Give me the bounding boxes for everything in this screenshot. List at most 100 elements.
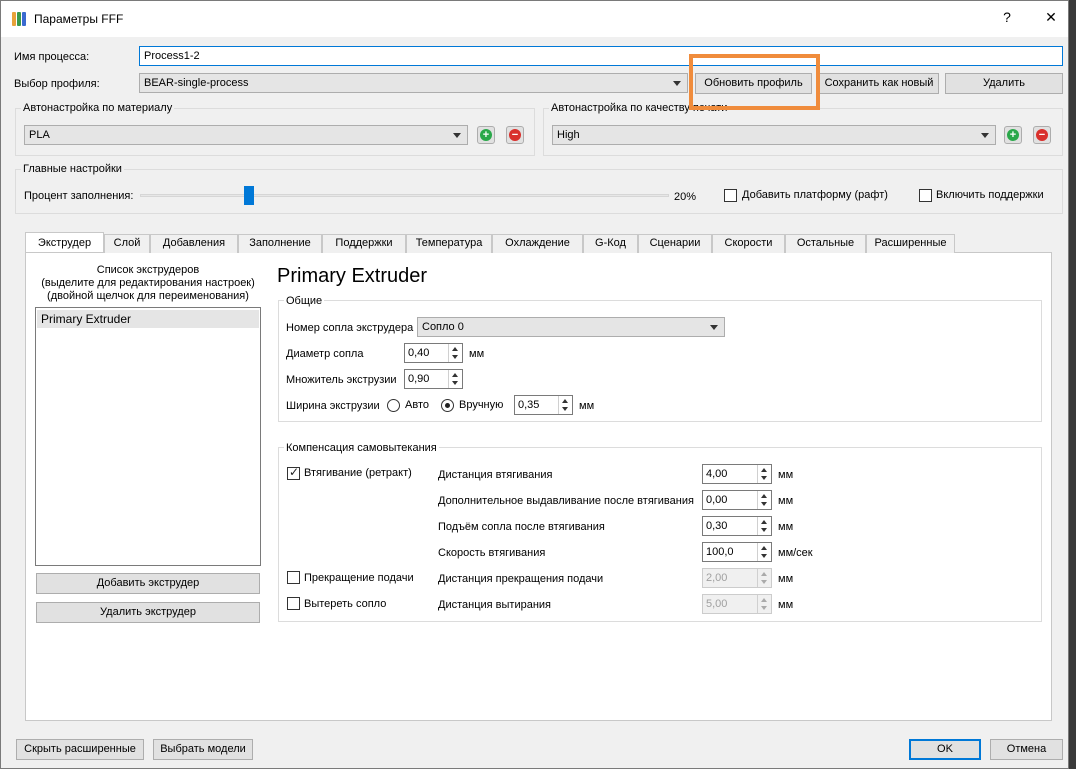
wipe-checkbox[interactable]: [287, 597, 300, 610]
spin-arrows-icon[interactable]: [757, 517, 771, 535]
infill-slider-track[interactable]: [140, 194, 669, 197]
retraction-speed-value: 100,0: [706, 546, 734, 558]
tab-scripts[interactable]: Сценарии: [638, 234, 712, 253]
tab-layer[interactable]: Слой: [104, 234, 150, 253]
profile-label: Выбор профиля:: [14, 78, 100, 90]
list-item[interactable]: Primary Extruder: [37, 310, 259, 328]
close-button[interactable]: ✕: [1041, 9, 1061, 26]
infill-slider-handle[interactable]: [243, 186, 254, 205]
tab-speeds[interactable]: Скорости: [712, 234, 785, 253]
fff-settings-window: Параметры FFF ? ✕ Имя процесса: Выбор пр…: [0, 0, 1069, 769]
profile-select[interactable]: BEAR-single-process: [139, 73, 688, 93]
nozzle-diameter-spinbox[interactable]: 0,40: [404, 343, 463, 363]
process-name-input[interactable]: [139, 46, 1063, 66]
help-button[interactable]: ?: [997, 9, 1017, 25]
tab-extruder[interactable]: Экструдер: [25, 232, 104, 252]
select-models-button[interactable]: Выбрать модели: [153, 739, 253, 760]
lift-spinbox[interactable]: 0,30: [702, 516, 772, 536]
remove-quality-button[interactable]: −: [1033, 126, 1051, 144]
chevron-down-icon: [673, 81, 681, 86]
tab-gcode[interactable]: G-Код: [583, 234, 638, 253]
extruder-list-heading-line3: (двойной щелчок для переименования): [47, 290, 249, 302]
remove-material-button[interactable]: −: [506, 126, 524, 144]
save-as-new-button[interactable]: Сохранить как новый: [819, 73, 939, 94]
extra-restart-value: 0,00: [706, 494, 728, 506]
extra-restart-unit: мм: [778, 495, 794, 507]
support-checkbox[interactable]: [919, 189, 932, 202]
manual-width-radio[interactable]: [441, 399, 454, 412]
add-quality-button[interactable]: +: [1004, 126, 1022, 144]
nozzle-diameter-label: Диаметр сопла: [286, 348, 364, 360]
extruder-list-heading-line2: (выделите для редактирования настроек): [41, 277, 255, 289]
spin-arrows-icon[interactable]: [448, 344, 462, 362]
chevron-down-icon: [981, 133, 989, 138]
profile-select-value: BEAR-single-process: [144, 77, 249, 89]
retraction-distance-unit: мм: [778, 469, 794, 481]
extrusion-multiplier-value: 0,90: [408, 373, 430, 385]
extruder-list[interactable]: Primary Extruder: [35, 307, 261, 566]
auto-width-radio[interactable]: [387, 399, 400, 412]
wipe-distance-spinbox[interactable]: 5,00: [702, 594, 772, 614]
infill-value: 20%: [674, 191, 697, 203]
ooze-title: Компенсация самовытекания: [284, 442, 439, 454]
coast-distance-spinbox[interactable]: 2,00: [702, 568, 772, 588]
nozzle-number-select[interactable]: Сопло 0: [417, 317, 725, 337]
retraction-speed-label: Скорость втягивания: [438, 547, 546, 559]
window-title: Параметры FFF: [34, 12, 124, 26]
nozzle-diameter-value: 0,40: [408, 347, 430, 359]
extrusion-width-value: 0,35: [518, 399, 540, 411]
lift-unit: мм: [778, 521, 794, 533]
extrusion-width-spinbox[interactable]: 0,35: [514, 395, 573, 415]
extrusion-multiplier-spinbox[interactable]: 0,90: [404, 369, 463, 389]
retraction-label: Втягивание (ретракт): [304, 467, 412, 479]
coast-label: Прекращение подачи: [304, 572, 414, 584]
raft-label: Добавить платформу (рафт): [742, 189, 888, 201]
plus-circle-icon: +: [1007, 129, 1019, 141]
hide-advanced-button[interactable]: Скрыть расширенные: [16, 739, 144, 760]
wipe-distance-label: Дистанция вытирания: [438, 599, 552, 611]
quality-select[interactable]: High: [552, 125, 996, 145]
spin-arrows-icon[interactable]: [757, 569, 771, 587]
tab-infill[interactable]: Заполнение: [238, 234, 322, 253]
auto-quality-title: Автонастройка по качеству печати: [549, 102, 730, 114]
add-material-button[interactable]: +: [477, 126, 495, 144]
tab-other[interactable]: Остальные: [785, 234, 866, 253]
cancel-button[interactable]: Отмена: [990, 739, 1063, 760]
update-profile-button[interactable]: Обновить профиль: [695, 73, 812, 94]
spin-arrows-icon[interactable]: [757, 491, 771, 509]
tab-temperature[interactable]: Температура: [406, 234, 492, 253]
coast-checkbox[interactable]: [287, 571, 300, 584]
infill-label: Процент заполнения:: [24, 190, 134, 202]
coast-distance-unit: мм: [778, 573, 794, 585]
tab-advanced[interactable]: Расширенные: [866, 234, 955, 253]
tab-additions[interactable]: Добавления: [150, 234, 238, 253]
delete-profile-button[interactable]: Удалить: [945, 73, 1063, 94]
auto-width-label: Авто: [405, 399, 429, 411]
spin-arrows-icon[interactable]: [757, 465, 771, 483]
process-name-label: Имя процесса:: [14, 51, 90, 63]
coast-distance-value: 2,00: [706, 572, 728, 584]
tab-support[interactable]: Поддержки: [322, 234, 406, 253]
retraction-checkbox[interactable]: [287, 465, 300, 480]
tab-cooling[interactable]: Охлаждение: [492, 234, 583, 253]
chevron-down-icon: [710, 325, 718, 330]
lift-label: Подъём сопла после втягивания: [438, 521, 605, 533]
spin-arrows-icon[interactable]: [448, 370, 462, 388]
retraction-distance-spinbox[interactable]: 4,00: [702, 464, 772, 484]
background-strip: [1069, 0, 1076, 769]
raft-checkbox[interactable]: [724, 189, 737, 202]
spin-arrows-icon[interactable]: [558, 396, 572, 414]
ok-button[interactable]: OK: [909, 739, 981, 760]
add-extruder-button[interactable]: Добавить экструдер: [36, 573, 260, 594]
nozzle-number-label: Номер сопла экструдера: [286, 322, 414, 334]
spin-arrows-icon[interactable]: [757, 595, 771, 613]
extra-restart-label: Дополнительное выдавливание после втягив…: [438, 495, 694, 507]
material-select[interactable]: PLA: [24, 125, 468, 145]
spin-arrows-icon[interactable]: [757, 543, 771, 561]
auto-material-title: Автонастройка по материалу: [21, 102, 175, 114]
remove-extruder-button[interactable]: Удалить экструдер: [36, 602, 260, 623]
extra-restart-spinbox[interactable]: 0,00: [702, 490, 772, 510]
coast-distance-label: Дистанция прекращения подачи: [438, 573, 604, 585]
chevron-down-icon: [453, 133, 461, 138]
retraction-speed-spinbox[interactable]: 100,0: [702, 542, 772, 562]
